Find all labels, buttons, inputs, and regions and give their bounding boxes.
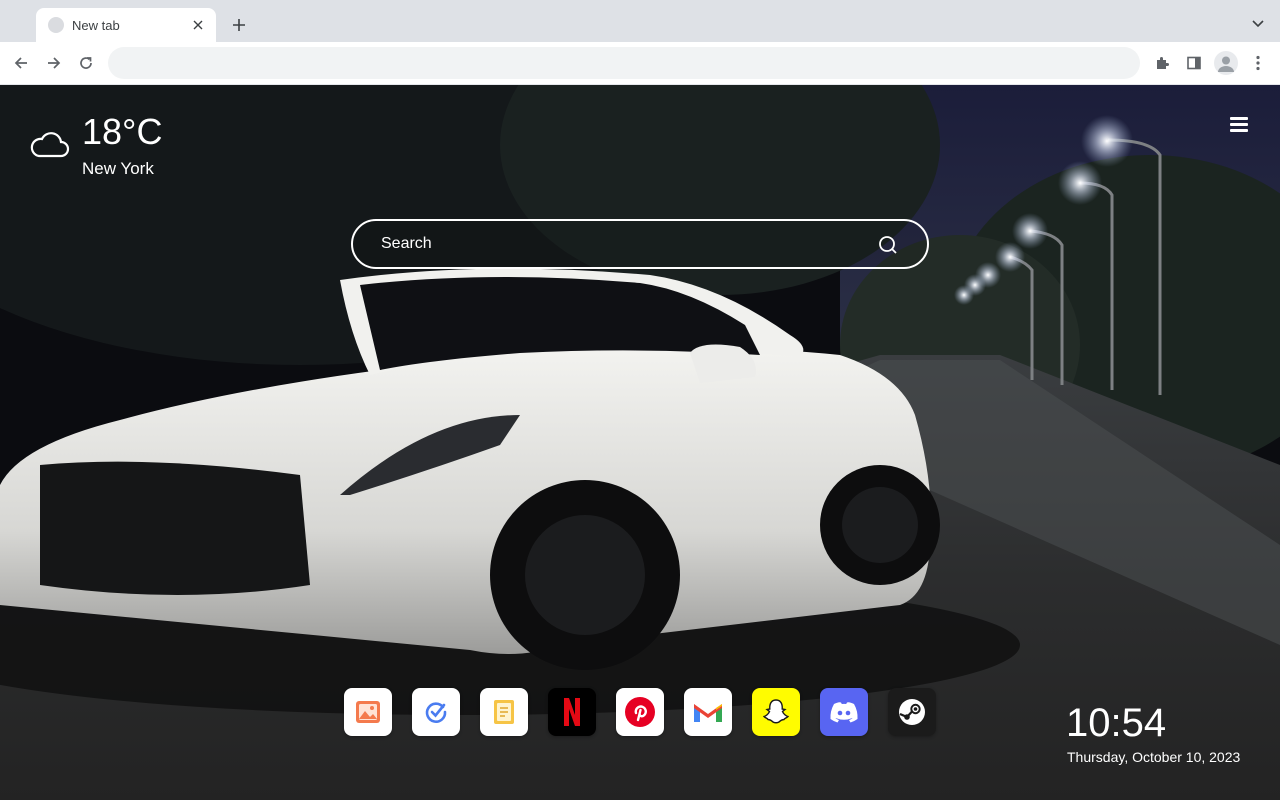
search-icon[interactable] xyxy=(877,234,899,256)
search-bar[interactable] xyxy=(351,219,929,269)
clock-date: Thursday, October 10, 2023 xyxy=(1067,749,1241,765)
steam-icon xyxy=(899,699,925,725)
discord-icon xyxy=(830,702,858,723)
clock-time: 10:54 xyxy=(1066,701,1167,745)
check-circle-icon xyxy=(425,702,447,723)
photo-icon xyxy=(356,701,380,723)
chevron-down-icon[interactable] xyxy=(1248,14,1268,34)
new-tab-plus-icon[interactable] xyxy=(228,14,250,36)
three-dot-menu-icon[interactable] xyxy=(1246,51,1270,75)
new-tab-page: 18°C New York Search 10:54 Thursday, Oct… xyxy=(0,85,1280,800)
gmail-icon xyxy=(694,704,722,722)
tab-strip: New tab xyxy=(0,0,1280,42)
shortcut-netflix[interactable] xyxy=(548,688,596,736)
browser-toolbar xyxy=(0,42,1280,85)
shortcut-discord[interactable] xyxy=(820,688,868,736)
tab-title: New tab xyxy=(72,17,120,33)
shortcut-gmail[interactable] xyxy=(684,688,732,736)
search-input[interactable] xyxy=(381,221,861,267)
shortcut-dock xyxy=(344,688,936,736)
city-text: New York xyxy=(82,159,154,178)
shortcut-notes[interactable] xyxy=(480,688,528,736)
tab-close-icon[interactable] xyxy=(188,15,208,35)
notes-icon xyxy=(494,700,514,724)
back-arrow-icon[interactable] xyxy=(9,51,33,75)
snapchat-icon xyxy=(762,699,790,724)
cloud-icon xyxy=(30,132,70,158)
shortcut-pinterest[interactable] xyxy=(616,688,664,736)
forward-arrow-icon[interactable] xyxy=(42,51,66,75)
side-panel-icon[interactable] xyxy=(1182,51,1206,75)
temperature-text: 18°C xyxy=(82,111,163,152)
netflix-icon xyxy=(564,698,580,726)
reload-icon[interactable] xyxy=(74,51,98,75)
address-bar-input[interactable] xyxy=(108,47,1140,79)
shortcut-photos[interactable] xyxy=(344,688,392,736)
puzzle-icon[interactable] xyxy=(1150,51,1174,75)
profile-avatar-icon[interactable] xyxy=(1214,51,1238,75)
pinterest-icon xyxy=(625,697,655,727)
shortcut-tasks[interactable] xyxy=(412,688,460,736)
tab-new-tab[interactable]: New tab xyxy=(36,8,216,42)
hamburger-menu-icon[interactable] xyxy=(1228,115,1250,133)
shortcut-snapchat[interactable] xyxy=(752,688,800,736)
tab-favicon-icon xyxy=(48,17,64,33)
shortcut-steam[interactable] xyxy=(888,688,936,736)
